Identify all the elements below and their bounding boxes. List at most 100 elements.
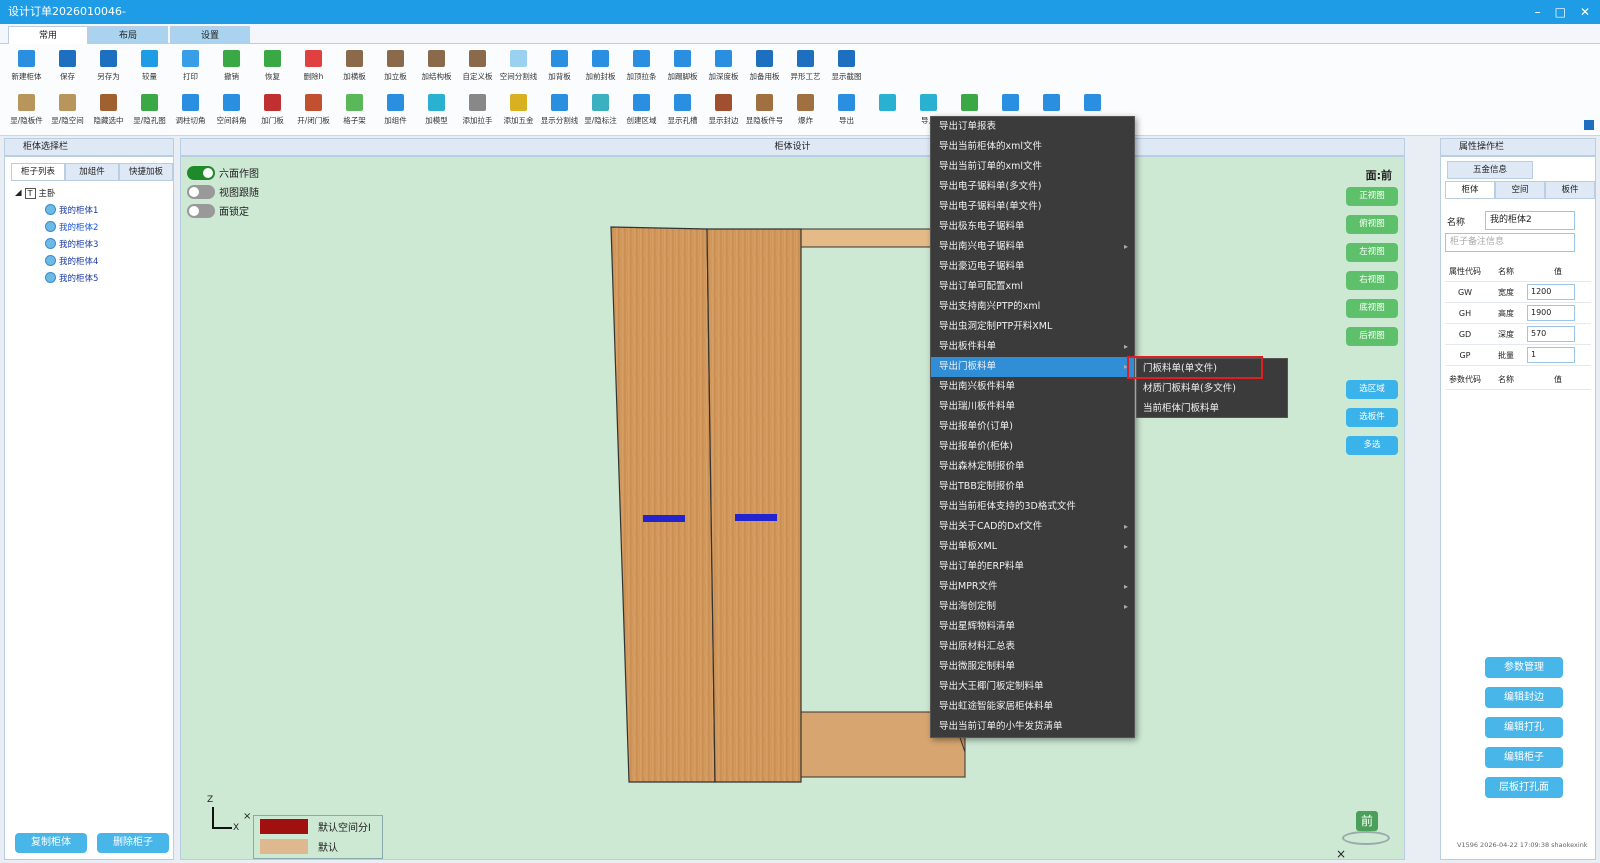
tool2-button-4[interactable]: 调柱切角: [170, 90, 211, 134]
menu-item[interactable]: 导出订单可配置xml: [931, 277, 1134, 297]
menu-item[interactable]: 导出报单价(柜体): [931, 437, 1134, 457]
tool1-button-19[interactable]: 异形工艺: [785, 46, 826, 90]
top-view-button[interactable]: 俯视图: [1346, 215, 1398, 234]
tool2-button-9[interactable]: 加组件: [375, 90, 416, 134]
close-icon[interactable]: ×: [1336, 847, 1346, 861]
list-item[interactable]: 我的柜体5: [15, 269, 98, 286]
tool1-button-20[interactable]: 显示截图: [826, 46, 867, 90]
menu-item[interactable]: 导出南兴电子锯料单 ▸: [931, 237, 1134, 257]
multi-select-button[interactable]: 多选: [1346, 436, 1398, 455]
menu-item[interactable]: 导出大王椰门板定制料单: [931, 677, 1134, 697]
menu-item[interactable]: 导出当前柜体的xml文件: [931, 137, 1134, 157]
tool1-button-18[interactable]: 加备用板: [744, 46, 785, 90]
tool2-button-16[interactable]: 显示孔槽: [662, 90, 703, 134]
tool1-button-1[interactable]: 保存: [47, 46, 88, 90]
menu-item[interactable]: 导出豪迈电子锯料单: [931, 257, 1134, 277]
list-item[interactable]: 我的柜体2: [15, 218, 98, 235]
tab-quick-board[interactable]: 快捷加板: [119, 163, 173, 181]
select-board-button[interactable]: 选板件: [1346, 408, 1398, 427]
tab-board[interactable]: 板件: [1545, 181, 1595, 199]
menu-item[interactable]: 导出支持南兴PTP的xml: [931, 297, 1134, 317]
tool2-button-19[interactable]: 爆炸: [785, 90, 826, 134]
submenu-item-door-multi[interactable]: 材质门板料单(多文件): [1137, 379, 1287, 399]
param-manage-button[interactable]: 参数管理: [1485, 657, 1563, 678]
toggle-switch[interactable]: [187, 165, 215, 180]
menu-item[interactable]: 导出南兴板件料单: [931, 377, 1134, 397]
select-region-button[interactable]: 选区域: [1346, 380, 1398, 399]
menu-item[interactable]: 导出门板料单 ▸: [931, 357, 1134, 377]
close-axis-icon[interactable]: ×: [243, 811, 251, 822]
list-item[interactable]: 我的柜体3: [15, 235, 98, 252]
tree-root[interactable]: ◢ T 主卧: [15, 185, 98, 201]
prop-value-input[interactable]: 1200: [1527, 284, 1575, 300]
menu-item[interactable]: 导出虹途智能家居柜体料单: [931, 697, 1134, 717]
tool1-button-4[interactable]: 打印: [170, 46, 211, 90]
prop-value-input[interactable]: 570: [1527, 326, 1575, 342]
menu-item[interactable]: 导出微服定制料单: [931, 657, 1134, 677]
toggle-switch[interactable]: [187, 203, 215, 218]
tool2-button-12[interactable]: 添加五金: [498, 90, 539, 134]
menu-item[interactable]: 导出订单的ERP料单: [931, 557, 1134, 577]
menu-item[interactable]: 导出TBB定制报价单: [931, 477, 1134, 497]
menu-item[interactable]: 导出电子锯料单(多文件): [931, 177, 1134, 197]
tool1-button-11[interactable]: 自定义板: [457, 46, 498, 90]
menu-item[interactable]: 导出海创定制 ▸: [931, 597, 1134, 617]
prop-value-input[interactable]: 1: [1527, 347, 1575, 363]
menu-item[interactable]: 导出订单报表: [931, 117, 1134, 137]
tab-cabinet[interactable]: 柜体: [1445, 181, 1495, 199]
menu-item[interactable]: 导出关于CAD的Dxf文件 ▸: [931, 517, 1134, 537]
tool2-button-3[interactable]: 显/隐孔图: [129, 90, 170, 134]
tool1-button-16[interactable]: 加踢脚板: [662, 46, 703, 90]
right-door[interactable]: [706, 228, 802, 783]
tool2-button-1[interactable]: 显/隐空间: [47, 90, 88, 134]
menu-item[interactable]: 导出当前订单的xml文件: [931, 157, 1134, 177]
edit-edge-button[interactable]: 编辑封边: [1485, 687, 1563, 708]
note-field[interactable]: 柜子备注信息: [1445, 233, 1575, 252]
tool1-button-7[interactable]: 删除h: [293, 46, 334, 90]
tool2-button-17[interactable]: 显示封边: [703, 90, 744, 134]
menu-item[interactable]: 导出MPR文件 ▸: [931, 577, 1134, 597]
tool1-button-3[interactable]: 较量: [129, 46, 170, 90]
tool2-button-6[interactable]: 加门板: [252, 90, 293, 134]
menu-item[interactable]: 导出报单价(订单): [931, 417, 1134, 437]
tool1-button-2[interactable]: 另存为: [88, 46, 129, 90]
tab-layout[interactable]: 布局: [88, 26, 168, 44]
collapse-icon[interactable]: ◢: [15, 188, 22, 198]
tool2-button-21[interactable]: [867, 90, 908, 134]
tool2-button-5[interactable]: 空间斜角: [211, 90, 252, 134]
edit-hole-button[interactable]: 编辑打孔: [1485, 717, 1563, 738]
tab-add-component[interactable]: 加组件: [65, 163, 119, 181]
menu-item[interactable]: 导出瑞川板件料单: [931, 397, 1134, 417]
tool2-button-0[interactable]: 显/隐板件: [6, 90, 47, 134]
menu-item[interactable]: 导出原材料汇总表: [931, 637, 1134, 657]
tool2-button-10[interactable]: 加模型: [416, 90, 457, 134]
tool2-button-2[interactable]: 隐藏选中: [88, 90, 129, 134]
back-view-button[interactable]: 后视图: [1346, 327, 1398, 346]
tab-common[interactable]: 常用: [8, 26, 88, 44]
menu-item[interactable]: 导出当前柜体支持的3D格式文件: [931, 497, 1134, 517]
tab-settings[interactable]: 设置: [170, 26, 250, 44]
cabinet-3d-view[interactable]: [601, 217, 971, 797]
six-face-toggle[interactable]: 六面作图: [187, 165, 259, 180]
left-view-button[interactable]: 左视图: [1346, 243, 1398, 262]
minimize-button[interactable]: –: [1535, 0, 1541, 24]
tool1-button-9[interactable]: 加立板: [375, 46, 416, 90]
name-field[interactable]: 我的柜体2: [1485, 211, 1575, 230]
compass-icon[interactable]: 前: [1342, 811, 1390, 847]
list-item[interactable]: 我的柜体4: [15, 252, 98, 269]
tool1-button-13[interactable]: 加背板: [539, 46, 580, 90]
tool2-button-7[interactable]: 开/闭门板: [293, 90, 334, 134]
bottom-view-button[interactable]: 底视图: [1346, 299, 1398, 318]
tool2-button-8[interactable]: 格子架: [334, 90, 375, 134]
tab-space[interactable]: 空间: [1495, 181, 1545, 199]
menu-item[interactable]: 导出板件料单 ▸: [931, 337, 1134, 357]
menu-item[interactable]: 导出极东电子锯料单: [931, 217, 1134, 237]
menu-item[interactable]: 导出单板XML ▸: [931, 537, 1134, 557]
prop-value-input[interactable]: 1900: [1527, 305, 1575, 321]
tool2-button-20[interactable]: 导出: [826, 90, 867, 134]
edit-cabinet-button[interactable]: 编辑柜子: [1485, 747, 1563, 768]
tool1-button-8[interactable]: 加横板: [334, 46, 375, 90]
tool1-button-10[interactable]: 加结构板: [416, 46, 457, 90]
tool1-button-0[interactable]: 新建柜体: [6, 46, 47, 90]
menu-item[interactable]: 导出电子锯料单(单文件): [931, 197, 1134, 217]
